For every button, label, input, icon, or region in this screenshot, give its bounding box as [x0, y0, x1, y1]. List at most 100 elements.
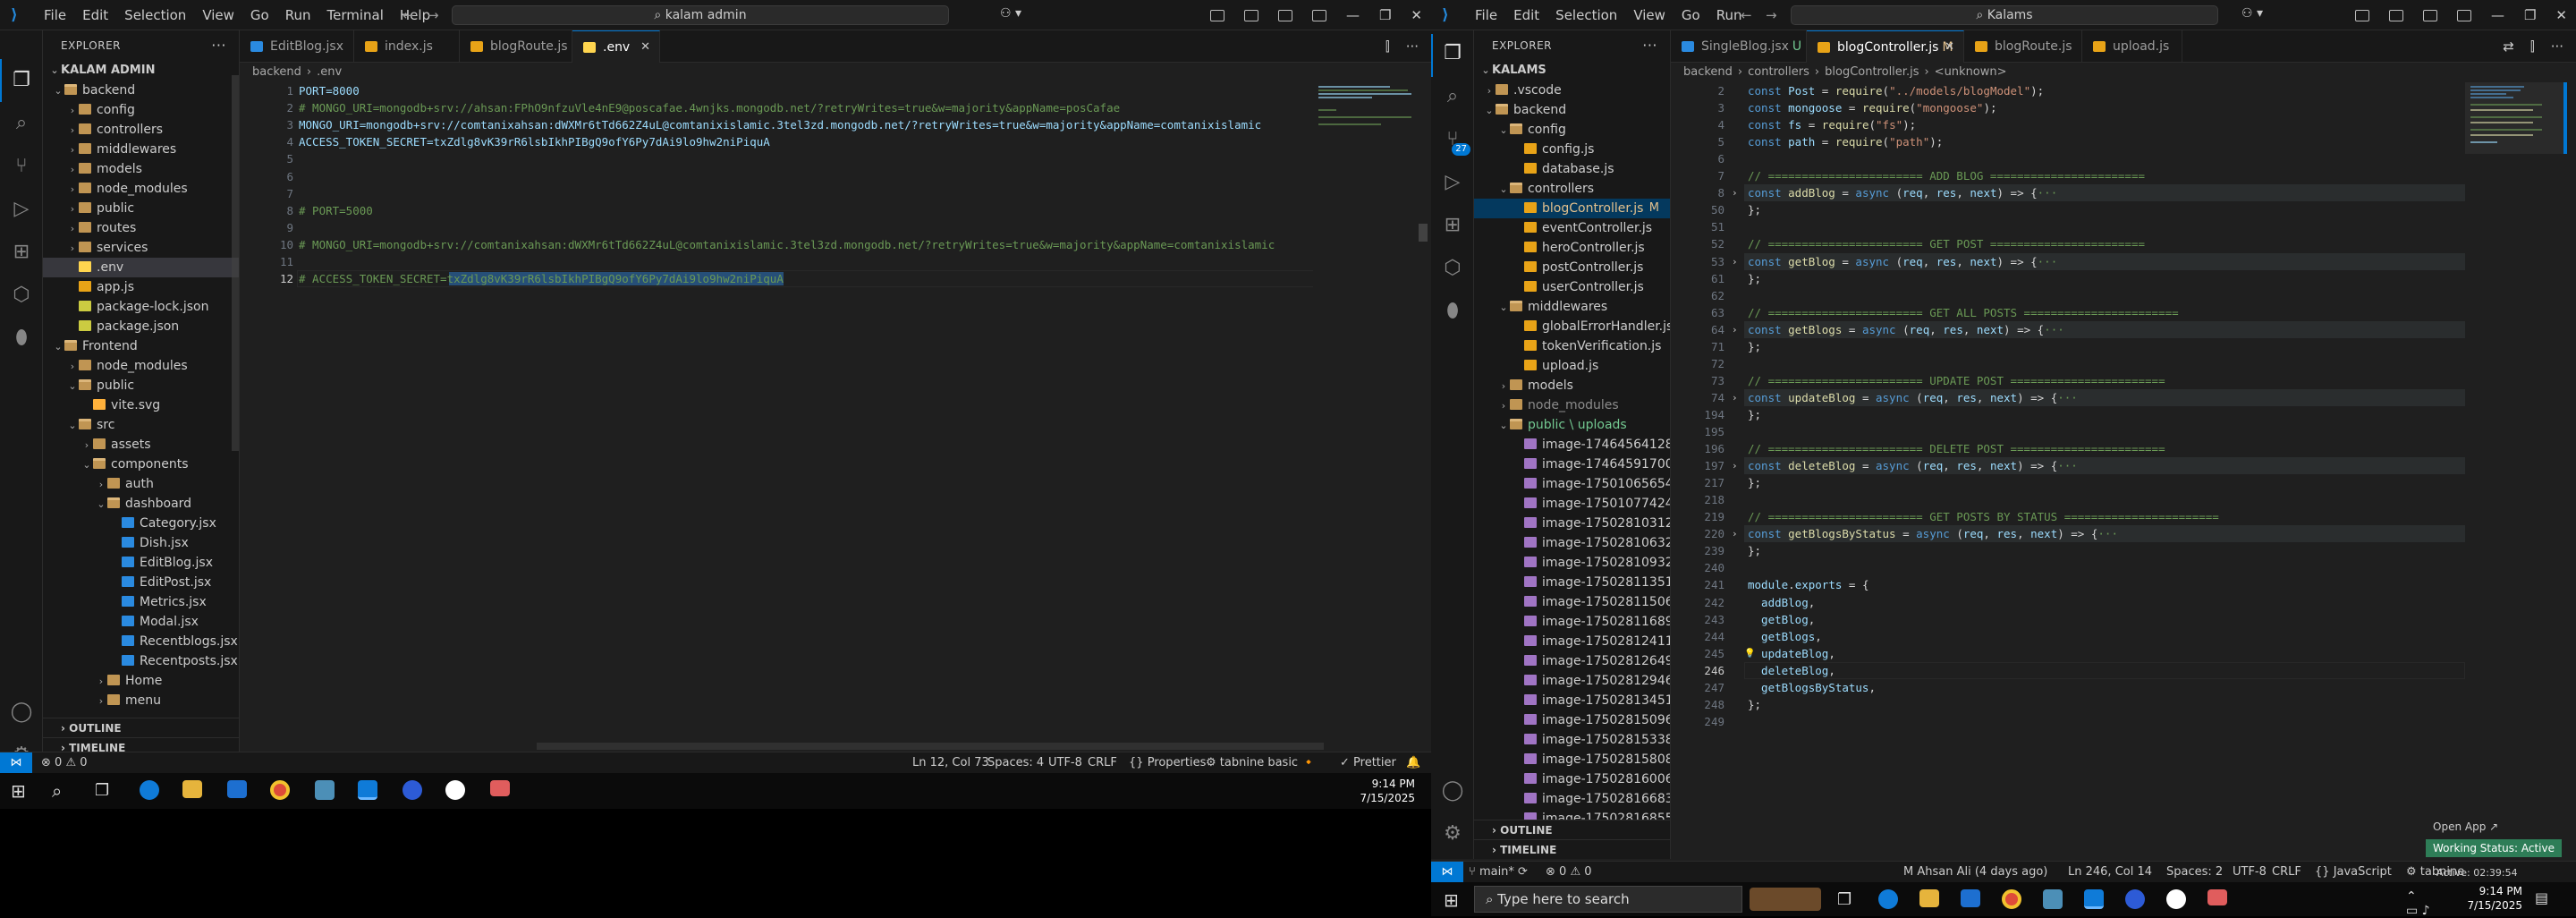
- back-arrow-icon[interactable]: ←: [402, 7, 414, 23]
- chevron-right-icon[interactable]: ›: [1732, 321, 1738, 338]
- tree-item[interactable]: vite.svg: [43, 395, 239, 415]
- breadcrumb-item[interactable]: <unknown>: [1935, 65, 2007, 79]
- tree-item[interactable]: › assets: [43, 435, 239, 455]
- tree-item[interactable]: image-1750281580843...: [1474, 750, 1670, 769]
- extensions-icon[interactable]: ⊞: [1440, 213, 1465, 238]
- tree-item[interactable]: image-1750281600667...: [1474, 769, 1670, 789]
- workspace-root[interactable]: ⌄ KALAMS: [1474, 61, 1670, 81]
- postman-icon[interactable]: [2207, 889, 2227, 905]
- chevron-right-icon[interactable]: ›: [1732, 525, 1738, 542]
- system-clock[interactable]: 9:14 PM 7/15/2025: [1360, 777, 1415, 805]
- back-arrow-icon[interactable]: ←: [1741, 7, 1752, 23]
- toggle-primary-sidebar-icon[interactable]: [1209, 9, 1224, 21]
- tab-index-js[interactable]: index.js: [354, 30, 460, 63]
- cursor-position[interactable]: Ln 12, Col 73: [912, 752, 989, 774]
- tree-item[interactable]: postController.js: [1474, 258, 1670, 277]
- tree-item[interactable]: ⌄ dashboard: [43, 494, 239, 514]
- tree-item[interactable]: image-1750281241100...: [1474, 632, 1670, 651]
- tree-item[interactable]: Recentblogs.jsx: [43, 632, 239, 651]
- working-status-badge[interactable]: Working Status: Active: [2426, 839, 2562, 857]
- encoding[interactable]: UTF-8: [2233, 862, 2267, 883]
- tree-item[interactable]: package-lock.json: [43, 297, 239, 317]
- task-view-icon[interactable]: ❐: [95, 780, 120, 803]
- tree-item[interactable]: image-1746456412865...: [1474, 435, 1670, 455]
- tree-item[interactable]: globalErrorHandler.js: [1474, 317, 1670, 336]
- maximize-icon[interactable]: ❐: [2524, 7, 2536, 23]
- tree-item[interactable]: image-1750281063213...: [1474, 533, 1670, 553]
- run-debug-icon[interactable]: ▷: [1440, 170, 1465, 195]
- tree-item[interactable]: › public: [43, 199, 239, 218]
- tree-item[interactable]: › node_modules: [43, 179, 239, 199]
- tabnine-status[interactable]: ⚙ tabnine basic 🔸: [1206, 752, 1316, 774]
- taskbar-search-input[interactable]: ⌕ Type here to search: [1474, 886, 1742, 913]
- problems-indicator[interactable]: ⊗ 0 ⚠ 0: [41, 752, 88, 774]
- tab-blogcontroller-js[interactable]: blogController.js M ✕: [1807, 30, 1964, 63]
- open-app-link[interactable]: Open App ↗: [2426, 818, 2505, 836]
- system-tray-icon[interactable]: ⌃ ▭ ♪: [2406, 889, 2431, 918]
- chevron-right-icon[interactable]: ›: [1732, 457, 1738, 474]
- file-explorer-icon[interactable]: [1919, 889, 1939, 907]
- maximize-icon[interactable]: ❐: [1379, 7, 1391, 23]
- tree-item[interactable]: › .vscode: [1474, 81, 1670, 100]
- tree-item[interactable]: config.js: [1474, 140, 1670, 159]
- tree-item[interactable]: ⌄ src: [43, 415, 239, 435]
- source-control-icon[interactable]: ⑂: [9, 154, 34, 179]
- menu-file[interactable]: File: [36, 7, 74, 23]
- github-icon[interactable]: [445, 780, 465, 800]
- more-actions-icon[interactable]: ···: [211, 30, 226, 61]
- outline-section[interactable]: › OUTLINE: [1474, 820, 1670, 839]
- tree-item[interactable]: image-1750281509628...: [1474, 710, 1670, 730]
- tree-item[interactable]: image-1750281264948...: [1474, 651, 1670, 671]
- sidebar-scrollbar[interactable]: [232, 75, 239, 451]
- search-icon[interactable]: ⌕: [1440, 84, 1465, 109]
- encoding[interactable]: UTF-8: [1048, 752, 1082, 774]
- task-view-icon[interactable]: ❐: [1837, 889, 1862, 913]
- tree-item[interactable]: › node_modules: [1474, 395, 1670, 415]
- line-ending[interactable]: CRLF: [1088, 752, 1117, 774]
- search-icon[interactable]: ⌕: [9, 111, 34, 136]
- minimap[interactable]: [1313, 82, 1419, 744]
- customize-layout-icon[interactable]: [2456, 9, 2471, 21]
- tree-item[interactable]: image-1750281294644...: [1474, 671, 1670, 691]
- indentation[interactable]: Spaces: 4: [987, 752, 1044, 774]
- copilot-icon[interactable]: ⚇ ▾: [1000, 6, 1021, 21]
- tree-item[interactable]: blogController.js M: [1474, 199, 1670, 218]
- split-editor-icon[interactable]: ⫿: [1385, 30, 1390, 63]
- tree-item[interactable]: EditBlog.jsx: [43, 553, 239, 573]
- tree-item[interactable]: image-1750281093261...: [1474, 553, 1670, 573]
- file-explorer-icon[interactable]: [182, 780, 202, 798]
- tree-item[interactable]: image-1750281685577...: [1474, 809, 1670, 820]
- menu-view[interactable]: View: [194, 7, 242, 23]
- breadcrumb-item[interactable]: controllers: [1748, 65, 1809, 79]
- compare-changes-icon[interactable]: ⇄: [2503, 30, 2514, 63]
- tree-item[interactable]: ⌄ backend: [43, 81, 239, 100]
- tree-item[interactable]: package.json: [43, 317, 239, 336]
- tab-editblog-jsx[interactable]: EditBlog.jsx: [240, 30, 354, 63]
- tree-item[interactable]: ⌄ components: [43, 455, 239, 474]
- branch-indicator[interactable]: ⑂ main* ⟳: [1469, 862, 1528, 883]
- tree-item[interactable]: eventController.js: [1474, 218, 1670, 238]
- menu-go[interactable]: Go: [242, 7, 277, 23]
- chrome-icon[interactable]: [2002, 889, 2021, 909]
- tree-item[interactable]: app.js: [43, 277, 239, 297]
- editor-scrollbar[interactable]: [2563, 82, 2567, 154]
- toggle-primary-sidebar-icon[interactable]: [2354, 9, 2369, 21]
- zoom-icon[interactable]: [402, 780, 422, 800]
- vscode-taskbar-icon[interactable]: [358, 780, 377, 800]
- copilot-icon[interactable]: ⚇ ▾: [2241, 6, 2263, 21]
- tree-item[interactable]: image-1750281533852...: [1474, 730, 1670, 750]
- tree-item[interactable]: ⌄ public \ uploads: [1474, 415, 1670, 435]
- vscode-taskbar-icon[interactable]: [2084, 889, 2104, 909]
- remote-indicator-icon[interactable]: ⋈: [1431, 862, 1463, 883]
- tab-upload-js[interactable]: upload.js: [2082, 30, 2182, 63]
- manage-gear-icon[interactable]: ⚙: [1440, 821, 1465, 846]
- tree-item[interactable]: image-1750106565484...: [1474, 474, 1670, 494]
- tree-item[interactable]: Modal.jsx: [43, 612, 239, 632]
- menu-selection[interactable]: Selection: [1547, 7, 1625, 23]
- system-clock[interactable]: 9:14 PM 7/15/2025: [2467, 884, 2522, 913]
- horizontal-scrollbar[interactable]: [537, 743, 1324, 750]
- tree-item[interactable]: › menu: [43, 691, 239, 710]
- store-icon[interactable]: [227, 780, 247, 798]
- run-debug-icon[interactable]: ▷: [9, 197, 34, 222]
- more-actions-icon[interactable]: ···: [1406, 30, 1419, 63]
